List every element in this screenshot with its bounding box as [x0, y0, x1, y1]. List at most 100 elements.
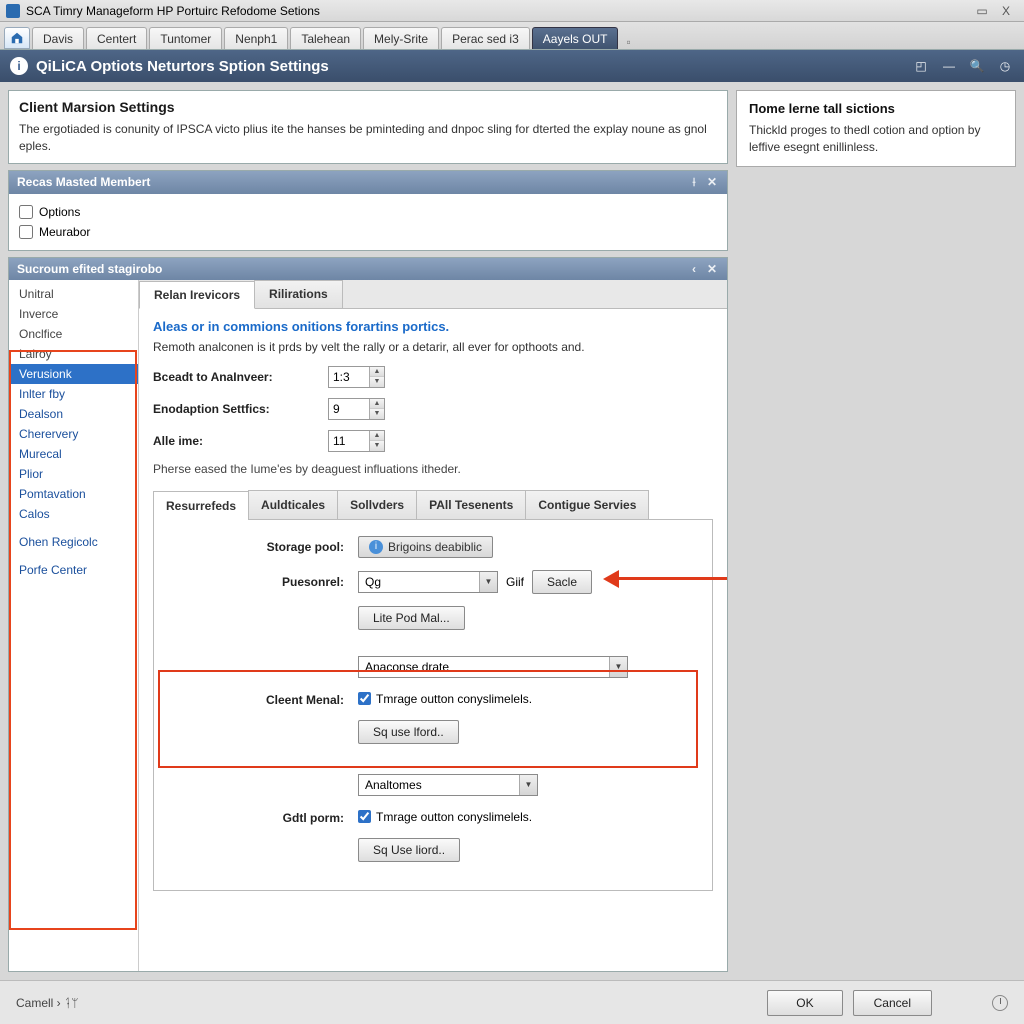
endo-input[interactable]: [329, 399, 369, 419]
breadcrumb[interactable]: Camell › ᛑᛘ: [16, 996, 78, 1010]
subtab-pall[interactable]: PAll Tesenents: [416, 490, 526, 519]
save-button[interactable]: Sacle: [532, 570, 592, 594]
tab-aayels-out[interactable]: Aayels OUT: [532, 27, 619, 49]
subtab-auldticales[interactable]: Auldticales: [248, 490, 338, 519]
sidebar-item-murecal[interactable]: Murecal: [9, 444, 138, 464]
client-menal-check-label: Tmrage outton conyslimelels.: [376, 692, 532, 706]
sidebar-item-porfe[interactable]: Porfe Center: [9, 560, 138, 580]
sidebar-item-cherervery[interactable]: Cherervery: [9, 424, 138, 444]
options-label: Options: [39, 205, 80, 219]
side-nav: Unitral Inverce Onclfice Lalroy Verusion…: [9, 280, 139, 971]
sidebar-item-verusionk[interactable]: Verusionk: [9, 364, 138, 384]
titlebar: SCA Timry Manageform HP Portuirc Refodom…: [0, 0, 1024, 22]
help-title: Пome lerne tall sictions: [749, 101, 1003, 116]
chevron-down-icon[interactable]: ▼: [609, 657, 627, 677]
sidebar-item-pomtavation[interactable]: Pomtavation: [9, 484, 138, 504]
tab-centert[interactable]: Centert: [86, 27, 147, 49]
storage-pool-badge[interactable]: i Brigoins deabiblic: [358, 536, 493, 558]
client-menal-label: Cleent Menal:: [168, 693, 358, 707]
bcead-spinner[interactable]: ▲▼: [328, 366, 385, 388]
client-menal-button[interactable]: Sq use lford..: [358, 720, 459, 744]
alle-label: Alle ime:: [153, 434, 328, 448]
gdl-porm-dropdown[interactable]: ▼: [358, 774, 538, 796]
sidebar-item-ohen[interactable]: Ohen Regicolc: [9, 532, 138, 552]
sidebar-item-unitral[interactable]: Unitral: [9, 284, 138, 304]
tab-melysrite[interactable]: Mely-Srite: [363, 27, 439, 49]
sidebar-item-onclfice[interactable]: Onclfice: [9, 324, 138, 344]
help-desc: Thickld proges to thedl cotion and optio…: [749, 122, 1003, 156]
panel-close-icon-2[interactable]: ✕: [705, 262, 719, 276]
section-desc: Remoth analconen is it prds by velt the …: [153, 340, 713, 354]
panel-back-icon[interactable]: ‹: [687, 262, 701, 276]
innertab-rilirations[interactable]: Rilirations: [254, 280, 343, 308]
bcead-label: Bceadt to AnaInveer:: [153, 370, 328, 384]
subtab-sollvders[interactable]: Sollvders: [337, 490, 417, 519]
bcead-input[interactable]: [329, 367, 369, 387]
member-panel: Recas Masted Membert ⟊ ✕ Options Meurabo…: [8, 170, 728, 251]
gdl-porm-button[interactable]: Sq Use liord..: [358, 838, 460, 862]
staging-panel: Sucroum efited stagirobo ‹ ✕ Unitral Inv…: [8, 257, 728, 972]
callout-arrow: [603, 570, 727, 588]
client-marsion-heading: Client Marsion Settings: [19, 99, 717, 115]
meurabor-label: Meurabor: [39, 225, 90, 239]
gdl-porm-check-label: Tmrage outton conyslimelels.: [376, 810, 532, 824]
sidebar-item-lalroy[interactable]: Lalroy: [9, 344, 138, 364]
spin-down-icon[interactable]: ▼: [370, 377, 384, 387]
client-marsion-desc: The ergotiaded is conunity of IPSCA vict…: [19, 121, 717, 155]
tab-talehean[interactable]: Talehean: [290, 27, 361, 49]
endo-spinner[interactable]: ▲▼: [328, 398, 385, 420]
sidebar-item-calos[interactable]: Calos: [9, 504, 138, 524]
gdl-porm-checkbox[interactable]: [358, 810, 371, 823]
tab-nenph1[interactable]: Nenph1: [224, 27, 288, 49]
lite-pod-button[interactable]: Lite Pod Mal...: [358, 606, 465, 630]
options-checkbox[interactable]: [19, 205, 33, 219]
pueson-dropdown[interactable]: ▼: [358, 571, 498, 593]
minimize-icon[interactable]: ▭: [970, 4, 994, 18]
staging-panel-title: Sucroum efited stagirobo: [17, 262, 162, 276]
meurabor-checkbox[interactable]: [19, 225, 33, 239]
clock-icon: [992, 995, 1008, 1011]
member-panel-title: Recas Masted Membert: [17, 175, 150, 189]
globe-icon[interactable]: ◷: [996, 57, 1014, 75]
sidebar-item-inverce[interactable]: Inverce: [9, 304, 138, 324]
page-title: QiLiCA Optiots Neturtors Sption Settings: [36, 58, 329, 75]
gdl-porm-input[interactable]: [359, 775, 519, 795]
bookmark-icon[interactable]: ◰: [912, 57, 930, 75]
search-icon[interactable]: 🔍: [968, 57, 986, 75]
tab-overflow-icon[interactable]: ▫: [626, 35, 630, 49]
info-icon: i: [10, 57, 28, 75]
sidebar-item-plior[interactable]: Plior: [9, 464, 138, 484]
tab-tuntomer[interactable]: Tuntomer: [149, 27, 222, 49]
main-tabstrip: Davis Centert Tuntomer Nenph1 Talehean M…: [0, 22, 1024, 50]
sidebar-item-dealson[interactable]: Dealson: [9, 404, 138, 424]
subtab-resurrefeds[interactable]: Resurrefeds: [153, 491, 249, 520]
form-note: Pherse eased the Iume'es by deaguest inf…: [153, 462, 713, 476]
sidebar-item-inlterfby[interactable]: Inlter fby: [9, 384, 138, 404]
panel-pin-icon[interactable]: ⟊: [687, 175, 701, 190]
tab-davis[interactable]: Davis: [32, 27, 84, 49]
spin-up-icon[interactable]: ▲: [370, 367, 384, 377]
section-title: Aleas or in commions onitions forartins …: [153, 319, 713, 334]
ok-button[interactable]: OK: [767, 990, 842, 1016]
close-icon[interactable]: X: [994, 4, 1018, 18]
subtab-contigue[interactable]: Contigue Servies: [525, 490, 649, 519]
client-menal-checkbox[interactable]: [358, 692, 371, 705]
minimize-panel-icon[interactable]: —: [940, 57, 958, 75]
client-menal-input[interactable]: [359, 657, 609, 677]
window-title: SCA Timry Manageform HP Portuirc Refodom…: [26, 4, 320, 18]
innertab-relan[interactable]: Relan Irevicors: [139, 281, 255, 309]
chevron-down-icon[interactable]: ▼: [479, 572, 497, 592]
alle-spinner[interactable]: ▲▼: [328, 430, 385, 452]
pueson-input[interactable]: [359, 572, 479, 592]
panel-close-icon[interactable]: ✕: [705, 175, 719, 189]
client-marsion-panel: Client Marsion Settings The ergotiaded i…: [8, 90, 728, 164]
pueson-label: Puesonrel:: [168, 575, 358, 589]
client-menal-dropdown[interactable]: ▼: [358, 656, 628, 678]
alle-input[interactable]: [329, 431, 369, 451]
chevron-down-icon[interactable]: ▼: [519, 775, 537, 795]
tab-perac[interactable]: Perac sed i3: [441, 27, 530, 49]
cancel-button[interactable]: Cancel: [853, 990, 932, 1016]
app-icon: [6, 4, 20, 18]
info-small-icon: i: [369, 540, 383, 554]
home-tab-icon[interactable]: [4, 27, 30, 49]
